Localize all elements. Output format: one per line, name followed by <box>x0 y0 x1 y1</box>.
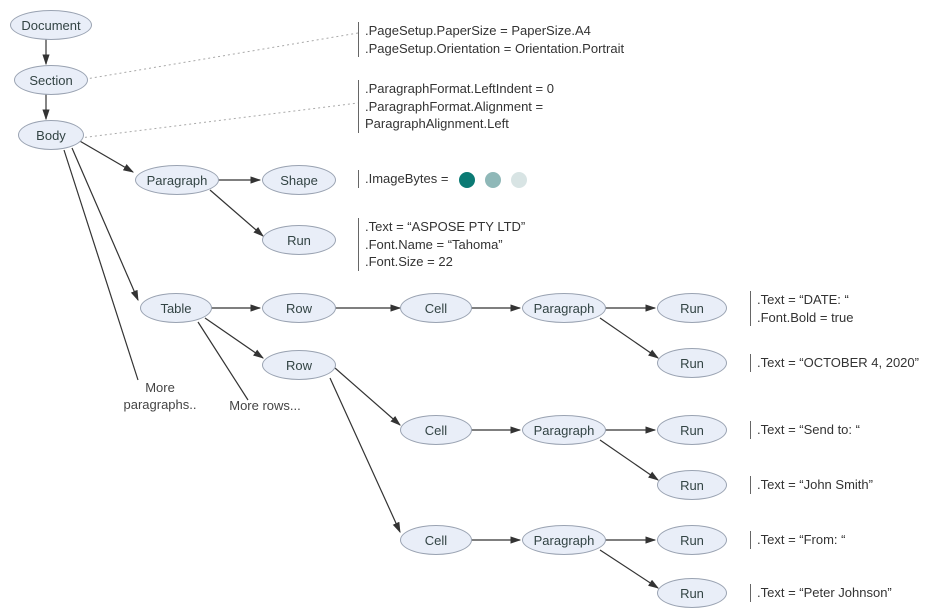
annot-run-october: .Text = “OCTOBER 4, 2020” <box>750 354 919 372</box>
annot-line: .Text = “ASPOSE PTY LTD” <box>365 219 525 234</box>
annot-line: .Font.Bold = true <box>757 310 853 325</box>
node-cell-2: Cell <box>400 415 472 445</box>
node-run-2a: Run <box>657 293 727 323</box>
node-run-1: Run <box>262 225 336 255</box>
annot-line: .ImageBytes = <box>365 171 448 186</box>
annot-run-john: .Text = “John Smith” <box>750 476 873 494</box>
node-cell-3: Cell <box>400 525 472 555</box>
color-swatch-icon <box>459 172 475 188</box>
node-document: Document <box>10 10 92 40</box>
node-row-2: Row <box>262 350 336 380</box>
annot-line: .Text = “Peter Johnson” <box>757 585 892 600</box>
node-section: Section <box>14 65 88 95</box>
node-body: Body <box>18 120 84 150</box>
annot-run-1: .Text = “ASPOSE PTY LTD” .Font.Name = “T… <box>358 218 525 271</box>
node-paragraph-3: Paragraph <box>522 415 606 445</box>
annot-line: .Text = “John Smith” <box>757 477 873 492</box>
node-run-4b: Run <box>657 578 727 608</box>
annot-line: .ParagraphFormat.Alignment = <box>365 99 543 114</box>
annot-imagebytes: .ImageBytes = <box>358 170 533 188</box>
annot-line: .Text = “Send to: “ <box>757 422 860 437</box>
annot-line: ParagraphAlignment.Left <box>365 116 509 131</box>
annot-line: .Font.Size = 22 <box>365 254 453 269</box>
annot-line: .ParagraphFormat.LeftIndent = 0 <box>365 81 554 96</box>
annot-line: .Font.Name = “Tahoma” <box>365 237 503 252</box>
note-more-rows: More rows... <box>220 398 310 415</box>
annot-line: .Text = “From: “ <box>757 532 845 547</box>
annot-line: .Text = “DATE: “ <box>757 292 849 307</box>
color-swatch-icon <box>485 172 501 188</box>
note-more-paragraphs: Moreparagraphs.. <box>115 380 205 414</box>
node-shape: Shape <box>262 165 336 195</box>
annot-run-from: .Text = “From: “ <box>750 531 845 549</box>
node-run-3b: Run <box>657 470 727 500</box>
annot-line: .PageSetup.Orientation = Orientation.Por… <box>365 41 624 56</box>
node-run-2b: Run <box>657 348 727 378</box>
node-run-4a: Run <box>657 525 727 555</box>
color-swatch-icon <box>511 172 527 188</box>
annot-paragraph-format: .ParagraphFormat.LeftIndent = 0 .Paragra… <box>358 80 554 133</box>
annot-run-peter: .Text = “Peter Johnson” <box>750 584 892 602</box>
node-table: Table <box>140 293 212 323</box>
annot-line: .PageSetup.PaperSize = PaperSize.A4 <box>365 23 591 38</box>
node-paragraph-4: Paragraph <box>522 525 606 555</box>
annot-line: .Text = “OCTOBER 4, 2020” <box>757 355 919 370</box>
node-row-1: Row <box>262 293 336 323</box>
node-paragraph-2: Paragraph <box>522 293 606 323</box>
annot-section: .PageSetup.PaperSize = PaperSize.A4 .Pag… <box>358 22 624 57</box>
node-run-3a: Run <box>657 415 727 445</box>
node-cell-1: Cell <box>400 293 472 323</box>
node-paragraph-1: Paragraph <box>135 165 219 195</box>
annot-run-date: .Text = “DATE: “ .Font.Bold = true <box>750 291 853 326</box>
annot-run-sendto: .Text = “Send to: “ <box>750 421 860 439</box>
